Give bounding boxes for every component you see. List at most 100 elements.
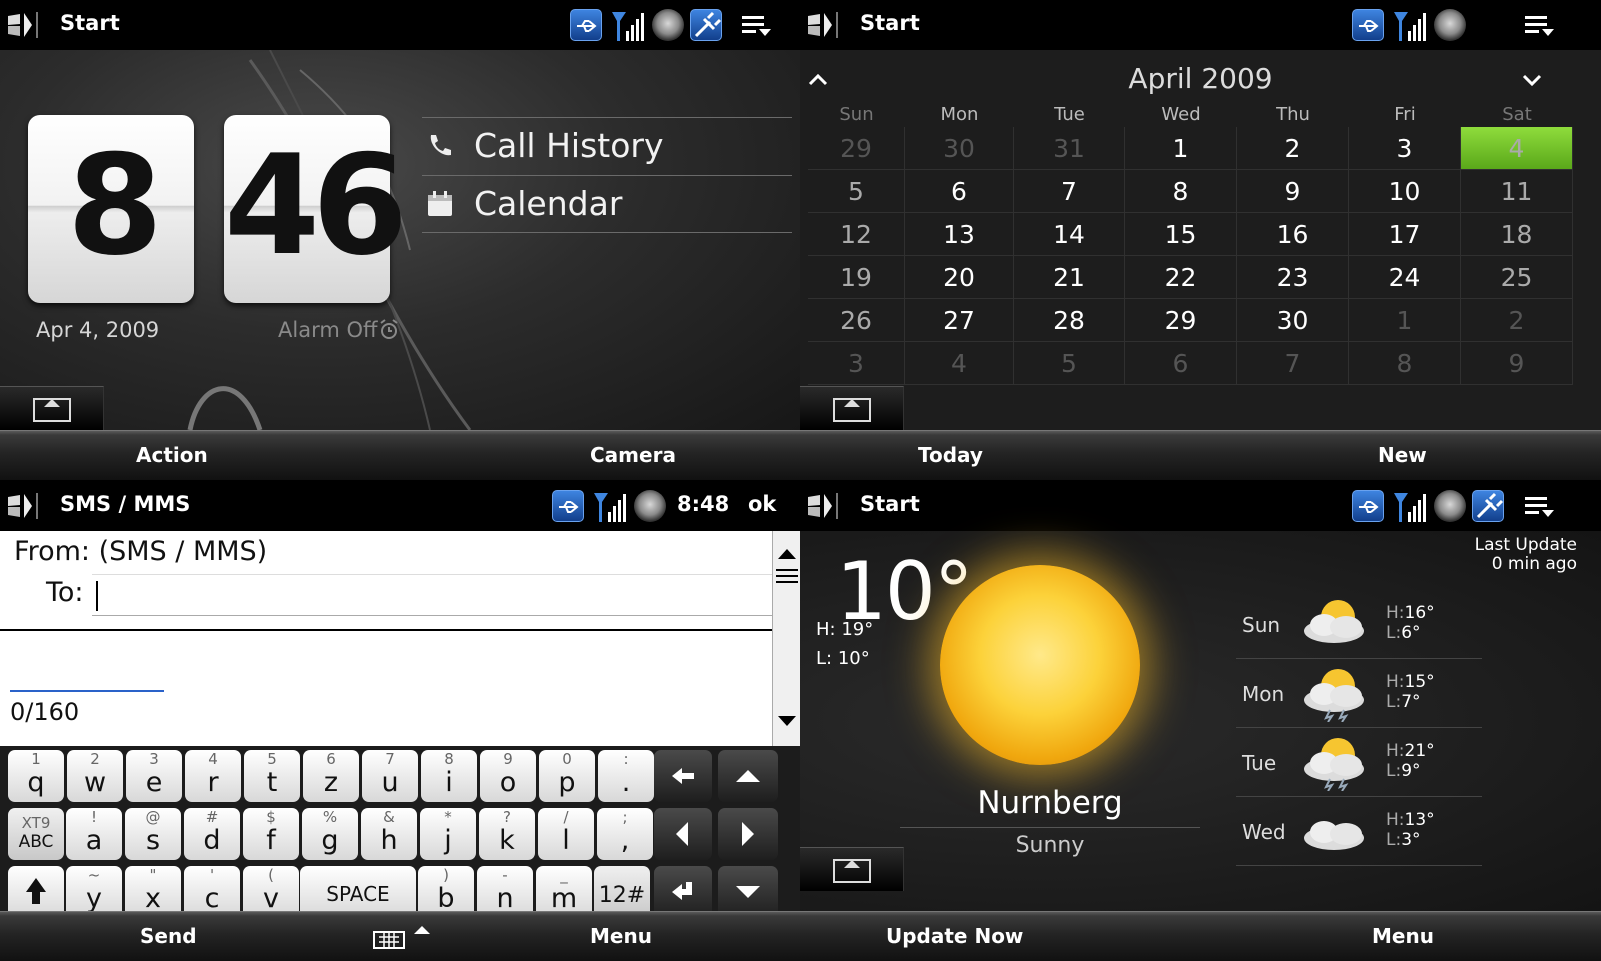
menu-list-icon[interactable]: [742, 12, 772, 38]
calendar-day[interactable]: 2: [1461, 299, 1573, 342]
key-j[interactable]: * j: [420, 808, 476, 860]
key-e[interactable]: 3e: [126, 750, 182, 802]
calendar-day[interactable]: 30: [905, 127, 1014, 170]
clock-icon[interactable]: [652, 9, 684, 41]
key-d[interactable]: # d: [184, 808, 240, 860]
battery-charging-icon[interactable]: [1472, 490, 1504, 522]
calendar-day[interactable]: 12: [808, 213, 905, 256]
menu-list-icon[interactable]: [1525, 493, 1555, 519]
calendar-day[interactable]: 6: [1125, 342, 1237, 385]
key-i[interactable]: 8i: [421, 750, 477, 802]
calendar-day[interactable]: 25: [1461, 256, 1573, 299]
softkey-left[interactable]: Send: [140, 924, 197, 948]
windows-start-icon[interactable]: [806, 491, 844, 521]
keyboard-toggle-icon[interactable]: [372, 924, 438, 950]
arrow-up-key[interactable]: [718, 750, 778, 802]
from-field[interactable]: From: (SMS / MMS): [14, 536, 267, 567]
calendar-day[interactable]: 26: [808, 299, 905, 342]
calendar-day[interactable]: 11: [1461, 170, 1573, 213]
softkey-right[interactable]: Menu: [590, 924, 652, 948]
calendar-day[interactable]: 16: [1237, 213, 1349, 256]
chevron-up-icon[interactable]: [808, 70, 828, 90]
xt9-mode-key[interactable]: XT9 ABC: [8, 808, 64, 860]
calendar-day[interactable]: 2: [1237, 127, 1349, 170]
key-q[interactable]: 1q: [8, 750, 64, 802]
calendar-day[interactable]: 14: [1014, 213, 1125, 256]
key-t[interactable]: 5t: [244, 750, 300, 802]
calendar-day[interactable]: 20: [905, 256, 1014, 299]
forecast-row[interactable]: Mon H:15° L:7°: [1236, 660, 1482, 728]
calendar-day[interactable]: 8: [1349, 342, 1461, 385]
key-f[interactable]: $ f: [243, 808, 299, 860]
key-a[interactable]: ! a: [66, 808, 122, 860]
windows-start-icon[interactable]: [6, 491, 44, 521]
key-z[interactable]: 6z: [303, 750, 359, 802]
scrollbar[interactable]: [772, 531, 800, 746]
calendar-day[interactable]: 5: [808, 170, 905, 213]
battery-charging-icon[interactable]: [690, 9, 722, 41]
calendar-day[interactable]: 24: [1349, 256, 1461, 299]
city-name[interactable]: Nurnberg: [900, 785, 1200, 821]
calendar-day[interactable]: 21: [1014, 256, 1125, 299]
forecast-row[interactable]: Tue H:21° L:9°: [1236, 729, 1482, 797]
alarm-label[interactable]: Alarm Off: [278, 318, 377, 342]
calendar-day-selected[interactable]: 4: [1461, 127, 1573, 170]
calendar-day[interactable]: 28: [1014, 299, 1125, 342]
key-o[interactable]: 9o: [480, 750, 536, 802]
calendar-day[interactable]: 15: [1125, 213, 1237, 256]
clock-icon[interactable]: [1434, 490, 1466, 522]
forecast-row[interactable]: Wed H:13° L:3°: [1236, 798, 1482, 866]
calendar-day[interactable]: 29: [1125, 299, 1237, 342]
backspace-key[interactable]: [654, 750, 712, 802]
clock-icon[interactable]: [634, 490, 666, 522]
calendar-day[interactable]: 9: [1237, 170, 1349, 213]
softkey-left[interactable]: Today: [918, 443, 983, 467]
usb-icon[interactable]: [570, 9, 602, 41]
screen-title[interactable]: Start: [860, 492, 920, 516]
calendar-day[interactable]: 31: [1014, 127, 1125, 170]
usb-icon[interactable]: [552, 490, 584, 522]
softkey-right[interactable]: New: [1378, 443, 1427, 467]
calendar-day[interactable]: 7: [1014, 170, 1125, 213]
key-comma[interactable]: ;,: [597, 808, 653, 860]
status-time[interactable]: 8:48: [677, 492, 729, 516]
tab-toggle-button[interactable]: [0, 386, 104, 430]
key-p[interactable]: 0p: [539, 750, 595, 802]
key-period[interactable]: :.: [598, 750, 654, 802]
menu-list-icon[interactable]: [1525, 12, 1555, 38]
clock-icon[interactable]: [1434, 9, 1466, 41]
calendar-day[interactable]: 10: [1349, 170, 1461, 213]
calendar-link[interactable]: Calendar: [422, 175, 792, 233]
windows-start-icon[interactable]: [806, 10, 844, 40]
signal-strength-icon[interactable]: [1392, 490, 1426, 522]
message-body-input[interactable]: [10, 690, 164, 692]
calendar-day[interactable]: 1: [1349, 299, 1461, 342]
calendar-day[interactable]: 3: [1349, 127, 1461, 170]
usb-icon[interactable]: [1352, 9, 1384, 41]
calendar-day[interactable]: 3: [808, 342, 905, 385]
calendar-day[interactable]: 17: [1349, 213, 1461, 256]
calendar-day[interactable]: 4: [905, 342, 1014, 385]
tab-toggle-button[interactable]: [800, 847, 904, 891]
forecast-row[interactable]: Sun H:16° L:6°: [1236, 591, 1482, 659]
key-k[interactable]: ? k: [479, 808, 535, 860]
usb-icon[interactable]: [1352, 490, 1384, 522]
signal-strength-icon[interactable]: [610, 9, 644, 41]
call-history-link[interactable]: Call History: [422, 117, 792, 175]
softkey-left[interactable]: Update Now: [886, 924, 1023, 948]
clock-minute-card[interactable]: 46: [224, 115, 408, 303]
softkey-right[interactable]: Camera: [590, 443, 676, 467]
calendar-day[interactable]: 8: [1125, 170, 1237, 213]
calendar-day[interactable]: 5: [1014, 342, 1125, 385]
arrow-right-key[interactable]: [718, 808, 778, 860]
calendar-day[interactable]: 13: [905, 213, 1014, 256]
calendar-day[interactable]: 30: [1237, 299, 1349, 342]
signal-strength-icon[interactable]: [1392, 9, 1426, 41]
to-input[interactable]: [92, 615, 772, 616]
calendar-day[interactable]: 7: [1237, 342, 1349, 385]
screen-title[interactable]: SMS / MMS: [60, 492, 190, 516]
key-r[interactable]: 4r: [185, 750, 241, 802]
key-h[interactable]: & h: [361, 808, 417, 860]
calendar-day[interactable]: 27: [905, 299, 1014, 342]
clock-hour-card[interactable]: 8: [28, 115, 194, 303]
